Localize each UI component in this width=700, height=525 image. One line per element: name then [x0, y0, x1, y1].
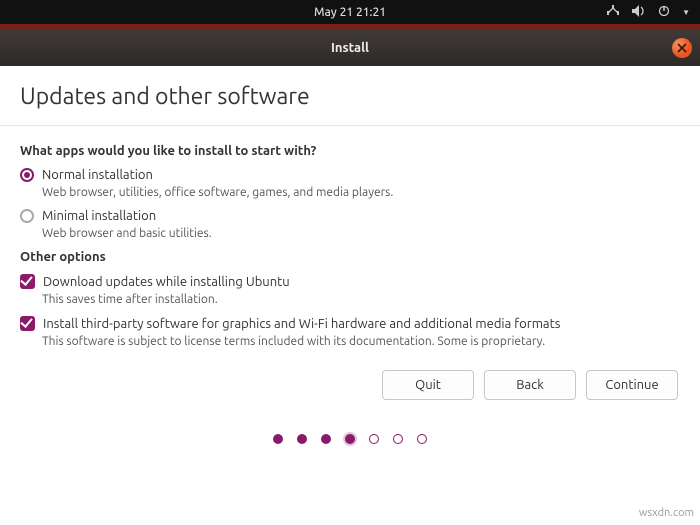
radio-label: Minimal installation [42, 209, 156, 223]
checkbox-third-party-desc: This software is subject to license term… [42, 335, 680, 348]
checkbox-download-updates[interactable]: Download updates while installing Ubuntu [20, 274, 680, 289]
power-icon[interactable] [658, 5, 670, 20]
panel-clock: May 21 21:21 [314, 6, 386, 19]
quit-button[interactable]: Quit [382, 370, 474, 400]
volume-icon[interactable] [632, 5, 646, 20]
watermark: wsxdn.com [639, 507, 694, 519]
other-options-label: Other options [20, 250, 680, 264]
chevron-down-icon[interactable]: ▼ [682, 8, 690, 17]
system-top-panel: May 21 21:21 ▼ [0, 0, 700, 24]
wizard-buttons: Quit Back Continue [20, 370, 680, 400]
progress-dot [393, 434, 403, 444]
checkbox-label: Install third-party software for graphic… [43, 317, 560, 331]
window-close-button[interactable] [672, 38, 692, 58]
checkbox-icon[interactable] [20, 316, 35, 331]
network-icon[interactable] [606, 5, 620, 20]
progress-dot [417, 434, 427, 444]
checkbox-third-party[interactable]: Install third-party software for graphic… [20, 316, 680, 331]
back-button[interactable]: Back [484, 370, 576, 400]
panel-tray: ▼ [606, 5, 690, 20]
radio-label: Normal installation [42, 168, 153, 182]
checkbox-download-updates-desc: This saves time after installation. [42, 293, 680, 306]
divider [0, 125, 700, 126]
radio-minimal-install[interactable]: Minimal installation [20, 209, 680, 223]
progress-dot [321, 434, 331, 444]
progress-dot [369, 434, 379, 444]
radio-normal-desc: Web browser, utilities, office software,… [42, 186, 680, 199]
checkbox-label: Download updates while installing Ubuntu [43, 275, 290, 289]
radio-normal-install[interactable]: Normal installation [20, 168, 680, 182]
progress-dot [273, 434, 283, 444]
radio-icon[interactable] [20, 168, 34, 182]
checkbox-icon[interactable] [20, 274, 35, 289]
wizard-progress [20, 434, 680, 444]
progress-dot-current [345, 434, 355, 444]
window-title: Install [331, 41, 369, 55]
progress-dot [297, 434, 307, 444]
installer-content: Updates and other software What apps wou… [0, 66, 700, 444]
continue-button[interactable]: Continue [586, 370, 678, 400]
radio-minimal-desc: Web browser and basic utilities. [42, 227, 680, 240]
page-heading: Updates and other software [20, 84, 680, 109]
install-type-question: What apps would you like to install to s… [20, 144, 680, 158]
radio-icon[interactable] [20, 209, 34, 223]
window-titlebar: Install [0, 30, 700, 66]
